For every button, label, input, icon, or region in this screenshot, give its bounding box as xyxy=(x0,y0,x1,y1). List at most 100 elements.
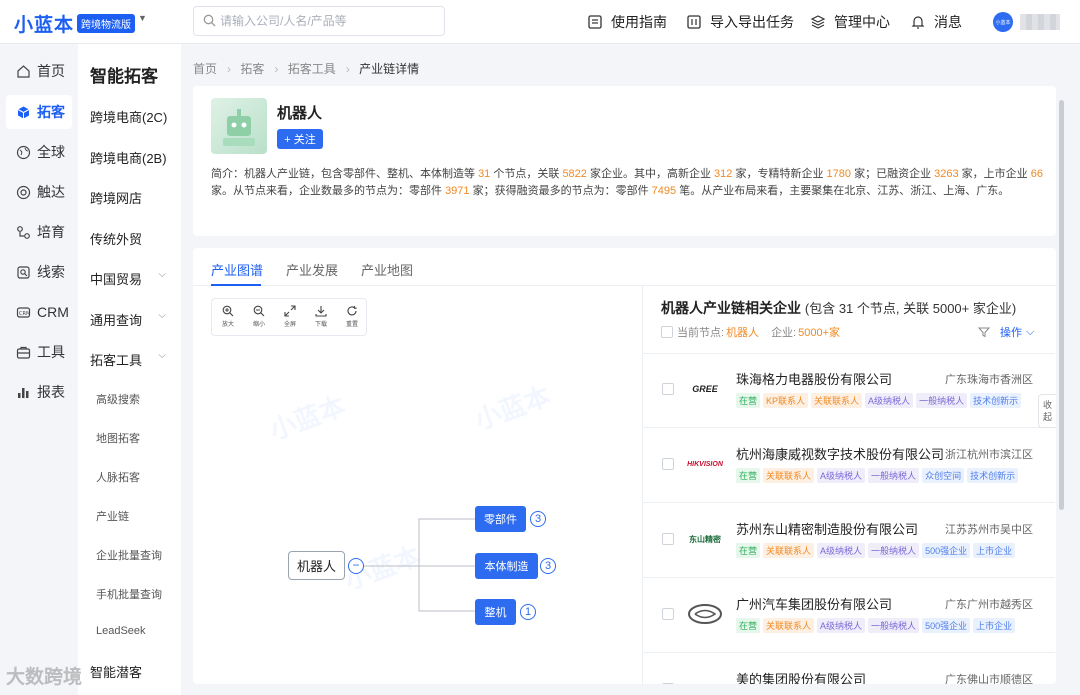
company-count-value: 5000+家 xyxy=(798,327,841,339)
rail-item-global[interactable]: 全球 xyxy=(6,135,72,169)
company-location: 广东广州市越秀区 xyxy=(945,599,1033,611)
rail-item-tools[interactable]: 工具 xyxy=(6,335,72,369)
tag: A级纳税人 xyxy=(817,618,866,633)
mindmap-count-badge[interactable]: 1 xyxy=(520,604,536,620)
intro-number: 66 xyxy=(1030,168,1043,180)
company-name[interactable]: 美的集团股份有限公司 xyxy=(736,669,866,684)
toolbox-icon xyxy=(16,346,31,359)
company-row[interactable]: HIKVISION 杭州海康威视数字技术股份有限公司 浙江杭州市滨江区 在营 关联… xyxy=(643,428,1055,503)
mindmap-count-badge[interactable]: 3 xyxy=(540,558,556,574)
document-icon xyxy=(588,15,602,29)
avatar[interactable]: 小蓝本 xyxy=(993,12,1013,32)
chevron-down-icon[interactable]: ▼ xyxy=(138,13,147,23)
mindmap-root-node[interactable]: 机器人 xyxy=(288,551,345,580)
company-logo xyxy=(685,600,725,628)
company-location: 浙江杭州市滨江区 xyxy=(945,449,1033,461)
company-logo: 东山精密 xyxy=(689,534,721,544)
subnav-child[interactable]: 高级搜索 xyxy=(96,391,140,407)
nav-admin[interactable]: 管理中心 xyxy=(810,12,890,32)
nodes-icon xyxy=(17,225,30,239)
rail-label: 首页 xyxy=(37,63,65,79)
subnav-child[interactable]: LeadSeek xyxy=(96,625,146,637)
industry-info-card: 机器人 + 关注 简介：机器人产业链，包含零部件、整机、本体制造等 31 个节点… xyxy=(193,86,1056,236)
nav-guide[interactable]: 使用指南 xyxy=(587,12,667,32)
rail-item-reports[interactable]: 报表 xyxy=(6,375,72,409)
tag: 关联联系人 xyxy=(811,393,863,408)
app-logo[interactable]: 小蓝本 xyxy=(14,10,74,37)
rail-item-leads[interactable]: 线索 xyxy=(6,255,72,289)
tag: 一般纳税人 xyxy=(868,468,920,483)
collapse-panel-tab[interactable]: 收起 xyxy=(1038,394,1056,428)
search-box[interactable] xyxy=(193,6,445,36)
subnav-item-general-query[interactable]: 通用查询 ⌵ xyxy=(90,310,176,329)
subnav-item-prospect-tools[interactable]: 拓客工具 ⌵ xyxy=(90,350,176,369)
panel-title-text: 机器人产业链相关企业 xyxy=(661,300,801,316)
subnav-item[interactable]: 传统外贸 xyxy=(90,229,176,248)
breadcrumb-link[interactable]: 拓客工具 xyxy=(288,62,336,76)
mindmap-node-parts[interactable]: 零部件 xyxy=(475,506,526,532)
chevron-down-icon: ⌵ xyxy=(1026,325,1035,338)
rail-item-nurture[interactable]: 培育 xyxy=(6,215,72,249)
subnav-child[interactable]: 人脉拓客 xyxy=(96,469,140,485)
company-name[interactable]: 广州汽车集团股份有限公司 xyxy=(736,594,892,613)
mindmap-count-badge[interactable]: 3 xyxy=(530,511,546,527)
operations-menu[interactable]: 操作 ⌵ xyxy=(978,324,1034,340)
company-row[interactable]: 广州汽车集团股份有限公司 广东广州市越秀区 在营 关联联系人 A级纳税人 一般纳税人 5… xyxy=(643,578,1055,653)
tag: A级纳税人 xyxy=(817,543,866,558)
tag: 一般纳税人 xyxy=(868,543,920,558)
collapse-toggle[interactable]: − xyxy=(348,558,364,574)
row-checkbox[interactable] xyxy=(662,683,674,684)
subnav-item-china-trade[interactable]: 中国贸易 ⌵ xyxy=(90,269,176,288)
main-rail: 首页 拓客 全球 触达 培育 线索 CRM CRM 工具 报表 xyxy=(0,44,78,695)
mindmap-connectors xyxy=(364,518,475,612)
home-icon xyxy=(17,64,30,78)
company-name[interactable]: 苏州东山精密制造股份有限公司 xyxy=(736,519,918,538)
nav-import-export[interactable]: 导入导出任务 xyxy=(686,12,794,32)
mindmap-node-body-manufacturing[interactable]: 本体制造 xyxy=(475,553,538,579)
tag: 关联联系人 xyxy=(763,618,815,633)
search-input[interactable] xyxy=(220,12,435,30)
subnav-child[interactable]: 企业批量查询 xyxy=(96,547,162,563)
intro-label: 简介： xyxy=(211,168,244,180)
company-row[interactable]: GREE 珠海格力电器股份有限公司 广东珠海市香洲区 在营 KP联系人 关联联系人 A… xyxy=(643,353,1055,428)
breadcrumb-link[interactable]: 拓客 xyxy=(240,62,264,76)
subnav-label: 通用查询 xyxy=(90,313,143,328)
user-name-blurred[interactable] xyxy=(1020,14,1060,30)
subnav-child[interactable]: 智能潜客 xyxy=(90,662,142,681)
subnav-item[interactable]: 跨境电商(2B) xyxy=(90,148,176,167)
rail-label: 培育 xyxy=(37,224,65,240)
rail-item-home[interactable]: 首页 xyxy=(6,54,72,88)
company-name[interactable]: 珠海格力电器股份有限公司 xyxy=(736,369,892,388)
filter-icon xyxy=(978,327,990,338)
row-checkbox[interactable] xyxy=(662,383,674,395)
rail-item-prospect[interactable]: 拓客 xyxy=(6,95,72,129)
rail-item-reach[interactable]: 触达 xyxy=(6,175,72,209)
intro-number: 1780 xyxy=(826,168,852,180)
company-location: 广东珠海市香洲区 xyxy=(945,374,1033,386)
intro-text: 家。从节点来看，企业数最多的节点为：零部件 xyxy=(211,185,446,197)
tag: 在营 xyxy=(736,618,761,633)
intro-text: 家，上市企业 xyxy=(958,168,1031,180)
follow-button[interactable]: + 关注 xyxy=(277,129,323,149)
subnav-child[interactable]: 手机批量查询 xyxy=(96,586,162,602)
scrollbar[interactable] xyxy=(1059,100,1064,510)
subnav-child[interactable]: 地图拓客 xyxy=(96,430,140,446)
company-logo: GREE xyxy=(692,384,718,394)
edition-badge[interactable]: 跨境物流版 xyxy=(77,14,135,33)
subnav-item[interactable]: 跨境电商(2C) xyxy=(90,107,176,126)
company-row[interactable]: 美的集团股份有限公司 广东佛山市顺德区 xyxy=(643,653,1055,684)
company-row[interactable]: 东山精密 苏州东山精密制造股份有限公司 江苏苏州市吴中区 在营 关联联系人 A级纳税… xyxy=(643,503,1055,578)
subnav-child[interactable]: 产业链 xyxy=(96,508,129,524)
nav-messages[interactable]: 消息 xyxy=(910,12,962,32)
row-checkbox[interactable] xyxy=(662,533,674,545)
rail-item-crm[interactable]: CRM CRM xyxy=(6,295,72,329)
select-all-checkbox[interactable] xyxy=(661,326,673,338)
chevron-down-icon: ⌵ xyxy=(158,350,166,361)
row-checkbox[interactable] xyxy=(662,608,674,620)
breadcrumb-link[interactable]: 首页 xyxy=(193,62,217,76)
row-checkbox[interactable] xyxy=(662,458,674,470)
subnav-item[interactable]: 跨境网店 xyxy=(90,188,176,207)
mindmap-node-whole-machine[interactable]: 整机 xyxy=(475,599,516,625)
company-name[interactable]: 杭州海康威视数字技术股份有限公司 xyxy=(736,444,944,463)
company-location: 江苏苏州市吴中区 xyxy=(945,524,1033,536)
